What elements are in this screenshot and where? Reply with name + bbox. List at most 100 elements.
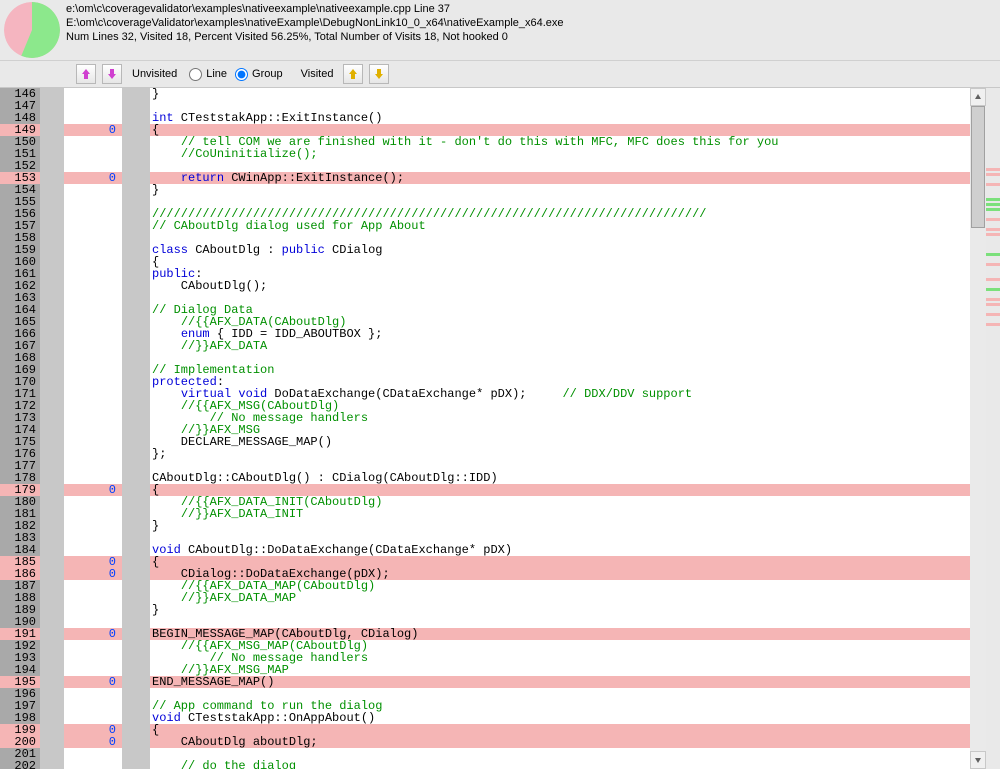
minimap-mark[interactable] (986, 203, 1000, 206)
line-radio[interactable]: Line (189, 68, 227, 81)
minimap-mark[interactable] (986, 248, 1000, 251)
source-line[interactable]: 182} (0, 520, 970, 532)
minimap-mark[interactable] (986, 238, 1000, 241)
source-line[interactable]: 147 (0, 100, 970, 112)
source-line[interactable]: 158 (0, 232, 970, 244)
source-line[interactable]: 1530 return CWinApp::ExitInstance(); (0, 172, 970, 184)
source-line[interactable]: 197// App command to run the dialog (0, 700, 970, 712)
group-radio[interactable]: Group (235, 68, 283, 81)
minimap-mark[interactable] (986, 253, 1000, 256)
source-line[interactable]: 159class CAboutDlg : public CDialog (0, 244, 970, 256)
source-line[interactable]: 175 DECLARE_MESSAGE_MAP() (0, 436, 970, 448)
minimap-mark[interactable] (986, 293, 1000, 296)
source-line[interactable]: 146} (0, 88, 970, 100)
minimap-mark[interactable] (986, 273, 1000, 276)
source-line[interactable]: 172 //{{AFX_MSG(CAboutDlg) (0, 400, 970, 412)
minimap-mark[interactable] (986, 283, 1000, 286)
source-line[interactable]: 164// Dialog Data (0, 304, 970, 316)
source-line[interactable]: 156/////////////////////////////////////… (0, 208, 970, 220)
minimap-mark[interactable] (986, 188, 1000, 191)
minimap-mark[interactable] (986, 178, 1000, 181)
minimap-mark[interactable] (986, 288, 1000, 291)
source-line[interactable]: 190 (0, 616, 970, 628)
source-line[interactable]: 161public: (0, 268, 970, 280)
vertical-scrollbar[interactable] (970, 88, 986, 769)
source-line[interactable]: 167 //}}AFX_DATA (0, 340, 970, 352)
next-unvisited-button[interactable] (102, 64, 122, 84)
prev-unvisited-button[interactable] (76, 64, 96, 84)
prev-visited-button[interactable] (343, 64, 363, 84)
source-line[interactable]: 151 //CoUninitialize(); (0, 148, 970, 160)
source-line[interactable]: 184void CAboutDlg::DoDataExchange(CDataE… (0, 544, 970, 556)
coverage-minimap[interactable] (986, 88, 1000, 769)
source-line[interactable]: 193 // No message handlers (0, 652, 970, 664)
minimap-mark[interactable] (986, 208, 1000, 211)
minimap-mark[interactable] (986, 213, 1000, 216)
minimap-mark[interactable] (986, 268, 1000, 271)
minimap-mark[interactable] (986, 303, 1000, 306)
minimap-mark[interactable] (986, 233, 1000, 236)
source-line[interactable]: 202 // do the dialog (0, 760, 970, 769)
source-line[interactable]: 1790{ (0, 484, 970, 496)
source-line[interactable]: 181 //}}AFX_DATA_INIT (0, 508, 970, 520)
source-line[interactable]: 176}; (0, 448, 970, 460)
source-line[interactable]: 187 //{{AFX_DATA_MAP(CAboutDlg) (0, 580, 970, 592)
source-line[interactable]: 154} (0, 184, 970, 196)
source-line[interactable]: 178CAboutDlg::CAboutDlg() : CDialog(CAbo… (0, 472, 970, 484)
source-line[interactable]: 168 (0, 352, 970, 364)
minimap-mark[interactable] (986, 228, 1000, 231)
source-line[interactable]: 163 (0, 292, 970, 304)
source-line[interactable]: 201 (0, 748, 970, 760)
source-line[interactable]: 1950END_MESSAGE_MAP() (0, 676, 970, 688)
minimap-mark[interactable] (986, 218, 1000, 221)
minimap-mark[interactable] (986, 278, 1000, 281)
source-line[interactable]: 160{ (0, 256, 970, 268)
source-line[interactable]: 192 //{{AFX_MSG_MAP(CAboutDlg) (0, 640, 970, 652)
scroll-up-icon[interactable] (970, 88, 986, 106)
source-line[interactable]: 171 virtual void DoDataExchange(CDataExc… (0, 388, 970, 400)
minimap-mark[interactable] (986, 298, 1000, 301)
minimap-mark[interactable] (986, 308, 1000, 311)
source-code-view[interactable]: 146}147148int CTeststakApp::ExitInstance… (0, 88, 970, 769)
unvisited-label: Unvisited (128, 68, 181, 80)
minimap-mark[interactable] (986, 193, 1000, 196)
source-line[interactable]: 162 CAboutDlg(); (0, 280, 970, 292)
source-line[interactable]: 180 //{{AFX_DATA_INIT(CAboutDlg) (0, 496, 970, 508)
minimap-mark[interactable] (986, 183, 1000, 186)
minimap-mark[interactable] (986, 243, 1000, 246)
source-line[interactable]: 1850{ (0, 556, 970, 568)
source-line[interactable]: 148int CTeststakApp::ExitInstance() (0, 112, 970, 124)
source-line[interactable]: 194 //}}AFX_MSG_MAP (0, 664, 970, 676)
source-line[interactable]: 189} (0, 604, 970, 616)
minimap-mark[interactable] (986, 173, 1000, 176)
source-line[interactable]: 166 enum { IDD = IDD_ABOUTBOX }; (0, 328, 970, 340)
hit-count (64, 100, 122, 112)
minimap-mark[interactable] (986, 198, 1000, 201)
hit-count (64, 496, 122, 508)
minimap-mark[interactable] (986, 168, 1000, 171)
source-line[interactable]: 173 // No message handlers (0, 412, 970, 424)
source-line[interactable]: 174 //}}AFX_MSG (0, 424, 970, 436)
source-line[interactable]: 1910BEGIN_MESSAGE_MAP(CAboutDlg, CDialog… (0, 628, 970, 640)
minimap-mark[interactable] (986, 323, 1000, 326)
source-line[interactable]: 169// Implementation (0, 364, 970, 376)
source-line[interactable]: 196 (0, 688, 970, 700)
source-line[interactable]: 1860 CDialog::DoDataExchange(pDX); (0, 568, 970, 580)
source-line[interactable]: 198void CTeststakApp::OnAppAbout() (0, 712, 970, 724)
scroll-thumb[interactable] (971, 106, 985, 228)
minimap-mark[interactable] (986, 313, 1000, 316)
source-line[interactable]: 165 //{{AFX_DATA(CAboutDlg) (0, 316, 970, 328)
next-visited-button[interactable] (369, 64, 389, 84)
source-text: CAboutDlg aboutDlg; (150, 736, 970, 748)
source-line[interactable]: 152 (0, 160, 970, 172)
source-line[interactable]: 150 // tell COM we are finished with it … (0, 136, 970, 148)
minimap-mark[interactable] (986, 223, 1000, 226)
minimap-mark[interactable] (986, 263, 1000, 266)
minimap-mark[interactable] (986, 318, 1000, 321)
source-line[interactable]: 188 //}}AFX_DATA_MAP (0, 592, 970, 604)
minimap-mark[interactable] (986, 258, 1000, 261)
source-line[interactable]: 157// CAboutDlg dialog used for App Abou… (0, 220, 970, 232)
source-line[interactable]: 2000 CAboutDlg aboutDlg; (0, 736, 970, 748)
source-line[interactable]: 1990{ (0, 724, 970, 736)
scroll-down-icon[interactable] (970, 751, 986, 769)
